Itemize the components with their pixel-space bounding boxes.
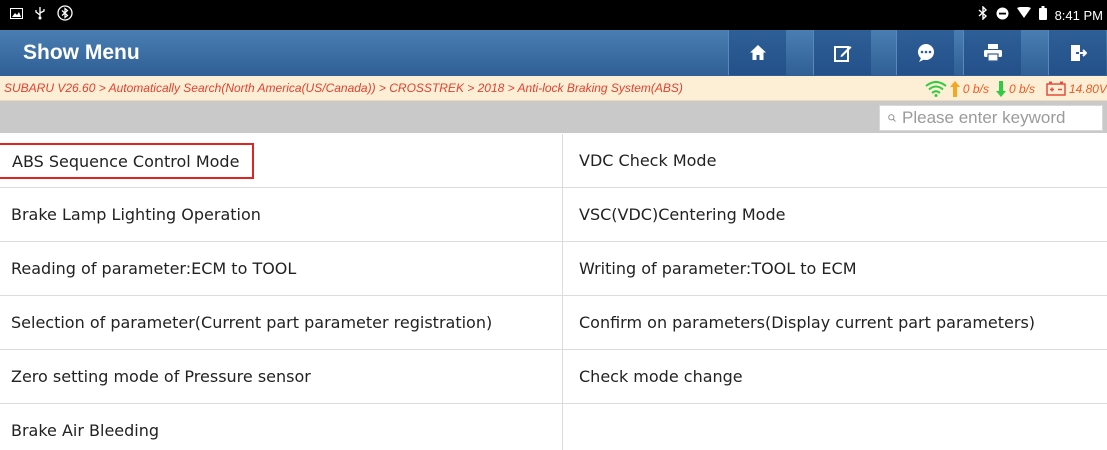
menu-item-writing-of-parameter[interactable]: Writing of parameter:TOOL to ECM <box>563 242 1107 296</box>
menu-item-selection-of-parameter[interactable]: Selection of parameter(Current part para… <box>0 296 563 350</box>
menu-item-label: VSC(VDC)Centering Mode <box>579 205 786 224</box>
menu-item-label: Confirm on parameters(Display current pa… <box>579 313 1036 332</box>
breadcrumb: SUBARU V26.60 > Automatically Search(Nor… <box>4 81 683 95</box>
upload-arrow-icon <box>949 80 960 97</box>
menu-item-reading-of-parameter[interactable]: Reading of parameter:ECM to TOOL <box>0 242 563 296</box>
search-input[interactable] <box>902 108 1102 128</box>
upload-rate: 0 b/s <box>962 81 989 96</box>
menu-item-label: Brake Air Bleeding <box>11 421 160 440</box>
edit-icon <box>833 45 851 62</box>
page-title: Show Menu <box>23 41 140 64</box>
wifi-signal-icon <box>1016 6 1031 23</box>
search-box[interactable] <box>879 105 1103 131</box>
menu-item-label: Selection of parameter(Current part para… <box>11 313 493 332</box>
menu-item-abs-sequence-control-mode[interactable]: ABS Sequence Control Mode <box>0 134 563 188</box>
connection-metrics: 0 b/s 0 b/s 14.80V <box>925 76 1107 101</box>
gallery-icon <box>10 7 23 24</box>
battery-icon <box>1038 6 1047 24</box>
exit-icon <box>1070 44 1087 61</box>
system-status-bar: 8:41 PM <box>0 0 1107 30</box>
app-header: Show Menu <box>0 30 1107 76</box>
menu-item-vsc-centering-mode[interactable]: VSC(VDC)Centering Mode <box>563 188 1107 242</box>
home-button[interactable] <box>728 30 786 75</box>
voltage-value: 14.80V <box>1068 81 1107 96</box>
menu-item-label: Writing of parameter:TOOL to ECM <box>579 259 857 278</box>
chat-button[interactable] <box>896 30 954 75</box>
printer-icon <box>983 44 1002 62</box>
menu-item-label: Brake Lamp Lighting Operation <box>11 205 261 224</box>
print-button[interactable] <box>963 30 1021 75</box>
menu-grid: ABS Sequence Control Mode VDC Check Mode… <box>0 134 1107 450</box>
menu-item-label: Reading of parameter:ECM to TOOL <box>11 259 297 278</box>
chat-icon <box>917 44 934 62</box>
menu-item-confirm-on-parameters[interactable]: Confirm on parameters(Display current pa… <box>563 296 1107 350</box>
bluetooth-circle-icon <box>57 5 73 25</box>
menu-item-brake-lamp-lighting-operation[interactable]: Brake Lamp Lighting Operation <box>0 188 563 242</box>
menu-item-label: VDC Check Mode <box>579 151 717 170</box>
do-not-disturb-icon <box>996 7 1009 24</box>
exit-button[interactable] <box>1048 30 1106 75</box>
menu-item-zero-setting-mode[interactable]: Zero setting mode of Pressure sensor <box>0 350 563 404</box>
menu-item-check-mode-change[interactable]: Check mode change <box>563 350 1107 404</box>
edit-button[interactable] <box>813 30 871 75</box>
usb-icon <box>33 6 47 24</box>
menu-item-empty <box>563 404 1107 450</box>
battery-voltage-icon <box>1046 81 1066 96</box>
search-icon <box>888 114 896 122</box>
download-rate: 0 b/s <box>1008 81 1035 96</box>
menu-item-label: Zero setting mode of Pressure sensor <box>11 367 311 386</box>
wifi-icon <box>925 80 947 97</box>
menu-item-label: ABS Sequence Control Mode <box>0 142 255 179</box>
menu-item-vdc-check-mode[interactable]: VDC Check Mode <box>563 134 1107 188</box>
menu-item-brake-air-bleeding[interactable]: Brake Air Bleeding <box>0 404 563 450</box>
menu-item-label: Check mode change <box>579 367 743 386</box>
download-arrow-icon <box>995 80 1006 97</box>
home-icon <box>749 45 766 60</box>
bluetooth-icon <box>978 5 988 24</box>
clock: 8:41 PM <box>1054 7 1103 23</box>
search-strip <box>0 101 1107 133</box>
breadcrumb-bar: SUBARU V26.60 > Automatically Search(Nor… <box>0 76 1107 101</box>
